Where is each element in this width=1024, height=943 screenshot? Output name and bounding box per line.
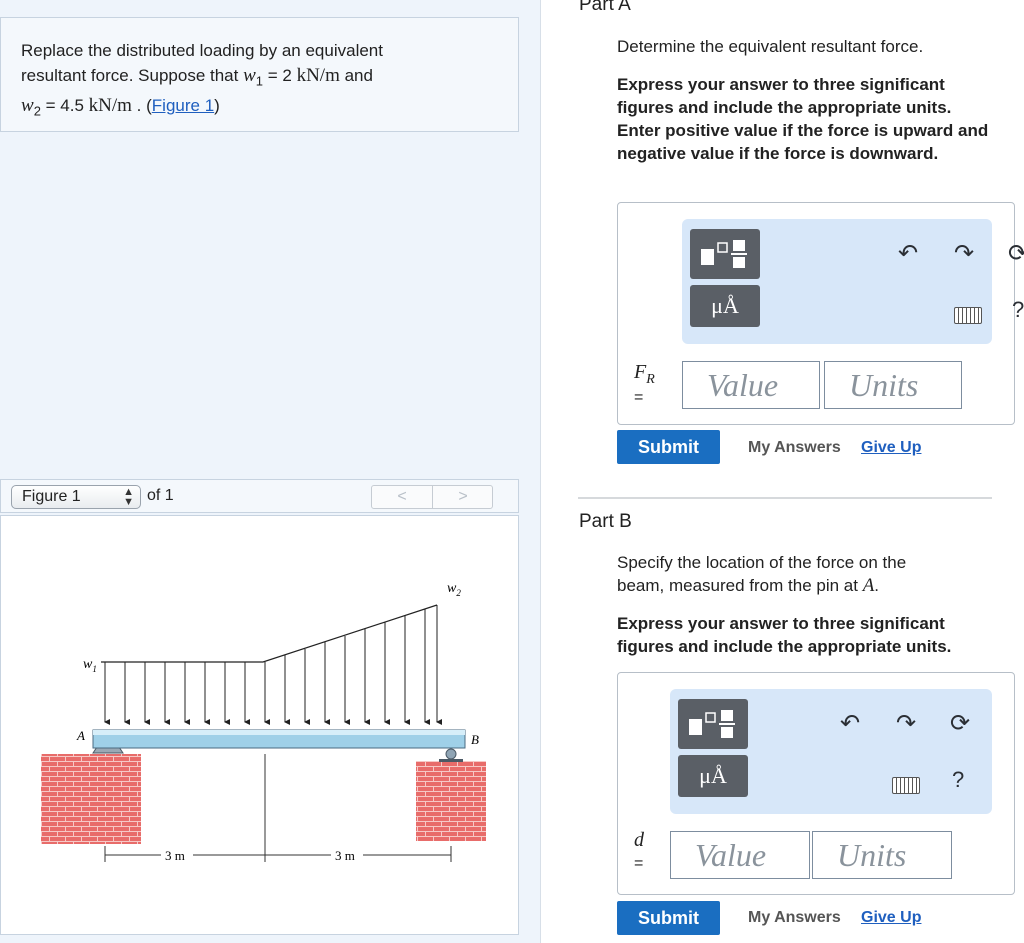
part-b-equals: = [634, 855, 644, 872]
part-a-template-button[interactable] [690, 229, 760, 279]
part-b-instructions: Express your answer to three significant… [617, 614, 952, 656]
part-b-submit-button[interactable]: Submit [617, 901, 720, 935]
part-a-units-input[interactable]: Units [824, 361, 962, 409]
left-wall [41, 754, 141, 844]
problem-line3-text: . ( [131, 96, 152, 116]
part-b-value-input[interactable]: Value [670, 831, 810, 879]
load-arrows [104, 605, 442, 725]
part-a-variable: FR [634, 361, 655, 388]
figure-panel: w1 w2 A B 3 m 3 m [0, 515, 519, 935]
part-b-help-icon[interactable]: ? [952, 767, 964, 793]
keyboard-icon[interactable] [892, 777, 920, 794]
part-a-question: Determine the equivalent resultant force… [617, 37, 924, 56]
beam-loading-diagram: w1 w2 A B 3 m 3 m [41, 581, 486, 863]
part-b-variable: d [634, 829, 644, 851]
problem-line2-text: resultant force. Suppose that [21, 66, 244, 85]
part-a-toolbar: μÅ ↶ ↷ ⟳ ? [682, 219, 1024, 344]
part-a-my-answers-link[interactable]: My Answers [748, 439, 841, 457]
problem-close-paren: ) [214, 96, 220, 116]
fraction-template-icon [701, 240, 747, 268]
dimension-lines [104, 754, 452, 862]
w2-symbol: w [21, 95, 34, 117]
part-b-give-up-link[interactable]: Give Up [861, 909, 921, 927]
part-b-units-input[interactable]: Units [812, 831, 952, 879]
w1-unit: kN/m [296, 65, 340, 86]
part-b-question: Specify the location of the force on the… [617, 551, 957, 597]
fraction-template-icon [689, 710, 735, 738]
part-b-units-symbol-button[interactable]: μÅ [678, 755, 748, 797]
part-a-title: Part A [579, 0, 631, 15]
dimension-1: 3 m [165, 848, 185, 863]
w2-subscript: 2 [33, 103, 41, 119]
part-a-give-up-link[interactable]: Give Up [861, 439, 921, 457]
next-figure-button[interactable]: > [433, 486, 493, 508]
left-panel: Replace the distributed loading by an eq… [0, 0, 541, 943]
part-a-instructions: Express your answer to three significant… [617, 75, 989, 163]
part-b-template-button[interactable] [678, 699, 748, 749]
problem-line1: Replace the distributed loading by an eq… [21, 41, 383, 60]
w2-label: w2 [447, 581, 461, 598]
right-wall [416, 761, 486, 841]
part-a-equals: = [634, 389, 644, 406]
part-b-toolbar: μÅ ↶ ↷ ⟳ ? [670, 689, 992, 814]
fr-symbol: F [634, 361, 647, 383]
part-a-answer-box: μÅ ↶ ↷ ⟳ ? FR = Value Units [617, 202, 1024, 425]
w1-symbol: w [243, 65, 256, 86]
beam-highlight [93, 730, 465, 735]
load-profile [101, 604, 438, 663]
w1-subscript: 1 [255, 73, 264, 89]
point-b-label: B [471, 732, 479, 747]
roller-support-b [439, 748, 463, 762]
part-a-submit-button[interactable]: Submit [617, 430, 720, 464]
figure-pager: < > [371, 485, 493, 509]
reset-icon[interactable]: ⟳ [1008, 239, 1024, 268]
part-a-help-icon[interactable]: ? [1012, 297, 1024, 323]
parts-divider [578, 497, 992, 499]
updown-arrows-icon: ▲ ▼ [123, 486, 134, 508]
part-b-title: Part B [579, 511, 632, 532]
dimension-2: 3 m [335, 848, 355, 863]
w1-label: w1 [83, 657, 97, 674]
w1-equals: = 2 [263, 66, 297, 85]
point-a-symbol: A [862, 575, 875, 596]
problem-statement: Replace the distributed loading by an eq… [0, 17, 519, 132]
figure-link[interactable]: Figure 1 [152, 96, 214, 115]
undo-icon[interactable]: ↶ [898, 239, 918, 268]
fr-subscript: R [646, 372, 655, 387]
figure-select-value: Figure 1 [22, 488, 81, 505]
part-a-units-symbol-button[interactable]: μÅ [690, 285, 760, 327]
w2-unit: kN/m [88, 95, 132, 117]
figure-select[interactable]: Figure 1 ▲ ▼ [11, 485, 141, 509]
keyboard-icon[interactable] [954, 307, 982, 324]
problem-line2-end: and [339, 66, 373, 85]
previous-figure-button[interactable]: < [372, 486, 433, 508]
figure-count: of 1 [147, 487, 174, 504]
undo-icon[interactable]: ↶ [840, 709, 860, 738]
part-b-answer-box: μÅ ↶ ↷ ⟳ ? d = Value Units [617, 672, 1015, 895]
redo-icon[interactable]: ↷ [896, 709, 916, 738]
part-b-my-answers-link[interactable]: My Answers [748, 909, 841, 927]
redo-icon[interactable]: ↷ [954, 239, 974, 268]
w2-equals: = 4.5 [40, 96, 89, 116]
figure-navigation-bar: Figure 1 ▲ ▼ of 1 < > [0, 479, 519, 513]
reset-icon[interactable]: ⟳ [950, 709, 970, 738]
point-a-label: A [76, 728, 85, 743]
part-b-question-end: . [874, 576, 880, 595]
part-a-value-input[interactable]: Value [682, 361, 820, 409]
